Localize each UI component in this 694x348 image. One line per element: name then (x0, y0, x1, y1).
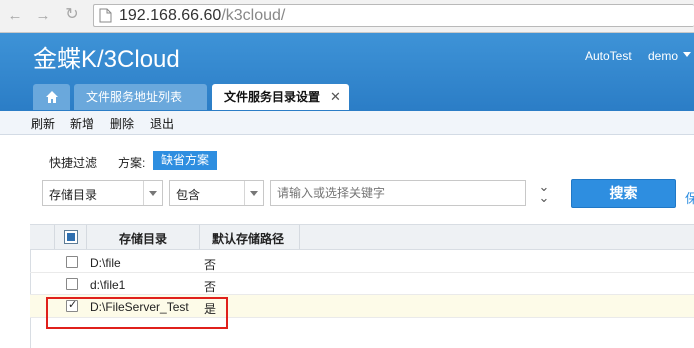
field-select-value: 存储目录 (49, 188, 98, 202)
search-input[interactable] (270, 180, 526, 206)
toolbar (0, 111, 694, 135)
exit-button[interactable]: 退出 (150, 115, 174, 132)
tenant-name[interactable]: AutoTest (585, 49, 632, 63)
app-logo: 金蝶K/3Cloud (33, 46, 180, 73)
user-menu[interactable]: demo (648, 49, 678, 63)
column-header-directory[interactable]: 存储目录 (119, 230, 167, 247)
add-button[interactable]: 新增 (70, 115, 94, 132)
row-checkbox[interactable] (66, 278, 78, 290)
operator-select-value: 包含 (176, 188, 201, 202)
row-divider (30, 272, 694, 273)
scheme-label: 方案: (118, 156, 146, 170)
column-divider (86, 225, 87, 249)
default-scheme-chip[interactable]: 缺省方案 (153, 151, 217, 170)
field-select[interactable]: 存储目录 (42, 180, 163, 206)
url-text: 192.168.66.60/k3cloud/ (119, 7, 286, 24)
expand-filter-icon[interactable]: ⌄ ⌄ (537, 180, 551, 204)
cell-directory[interactable]: D:\file (90, 256, 121, 270)
cell-default-path[interactable]: 否 (204, 278, 216, 295)
tab-home[interactable] (33, 84, 70, 110)
refresh-button[interactable]: 刷新 (31, 115, 55, 132)
reload-icon[interactable]: ↻ (63, 6, 81, 24)
row-checkbox[interactable] (66, 256, 78, 268)
forward-icon[interactable]: → (34, 7, 52, 25)
search-button[interactable]: 搜索 (571, 179, 676, 208)
select-all-checkbox[interactable] (64, 230, 78, 244)
cell-directory[interactable]: d:\file1 (90, 278, 125, 292)
cell-default-path[interactable]: 否 (204, 256, 216, 273)
operator-select[interactable]: 包含 (169, 180, 264, 206)
chevron-down-icon[interactable] (244, 181, 263, 205)
delete-button[interactable]: 删除 (110, 115, 134, 132)
home-icon (45, 91, 58, 103)
annotation-highlight-box (46, 297, 228, 329)
close-tab-icon[interactable]: ✕ (330, 84, 344, 110)
chevron-down-icon[interactable] (143, 181, 162, 205)
save-scheme-link[interactable]: 保 (685, 188, 694, 207)
user-menu-caret-icon[interactable] (683, 52, 691, 57)
tab-file-service-address-list[interactable]: 文件服务地址列表 (74, 84, 207, 110)
column-divider (54, 225, 55, 249)
column-divider (199, 225, 200, 249)
back-icon[interactable]: ← (6, 7, 24, 25)
quick-filter-label: 快捷过滤 (49, 156, 98, 170)
page-icon (99, 8, 112, 23)
column-header-default-path[interactable]: 默认存储路径 (212, 230, 284, 247)
column-divider (299, 225, 300, 249)
tab-file-service-directory-settings[interactable]: 文件服务目录设置 (212, 84, 349, 110)
